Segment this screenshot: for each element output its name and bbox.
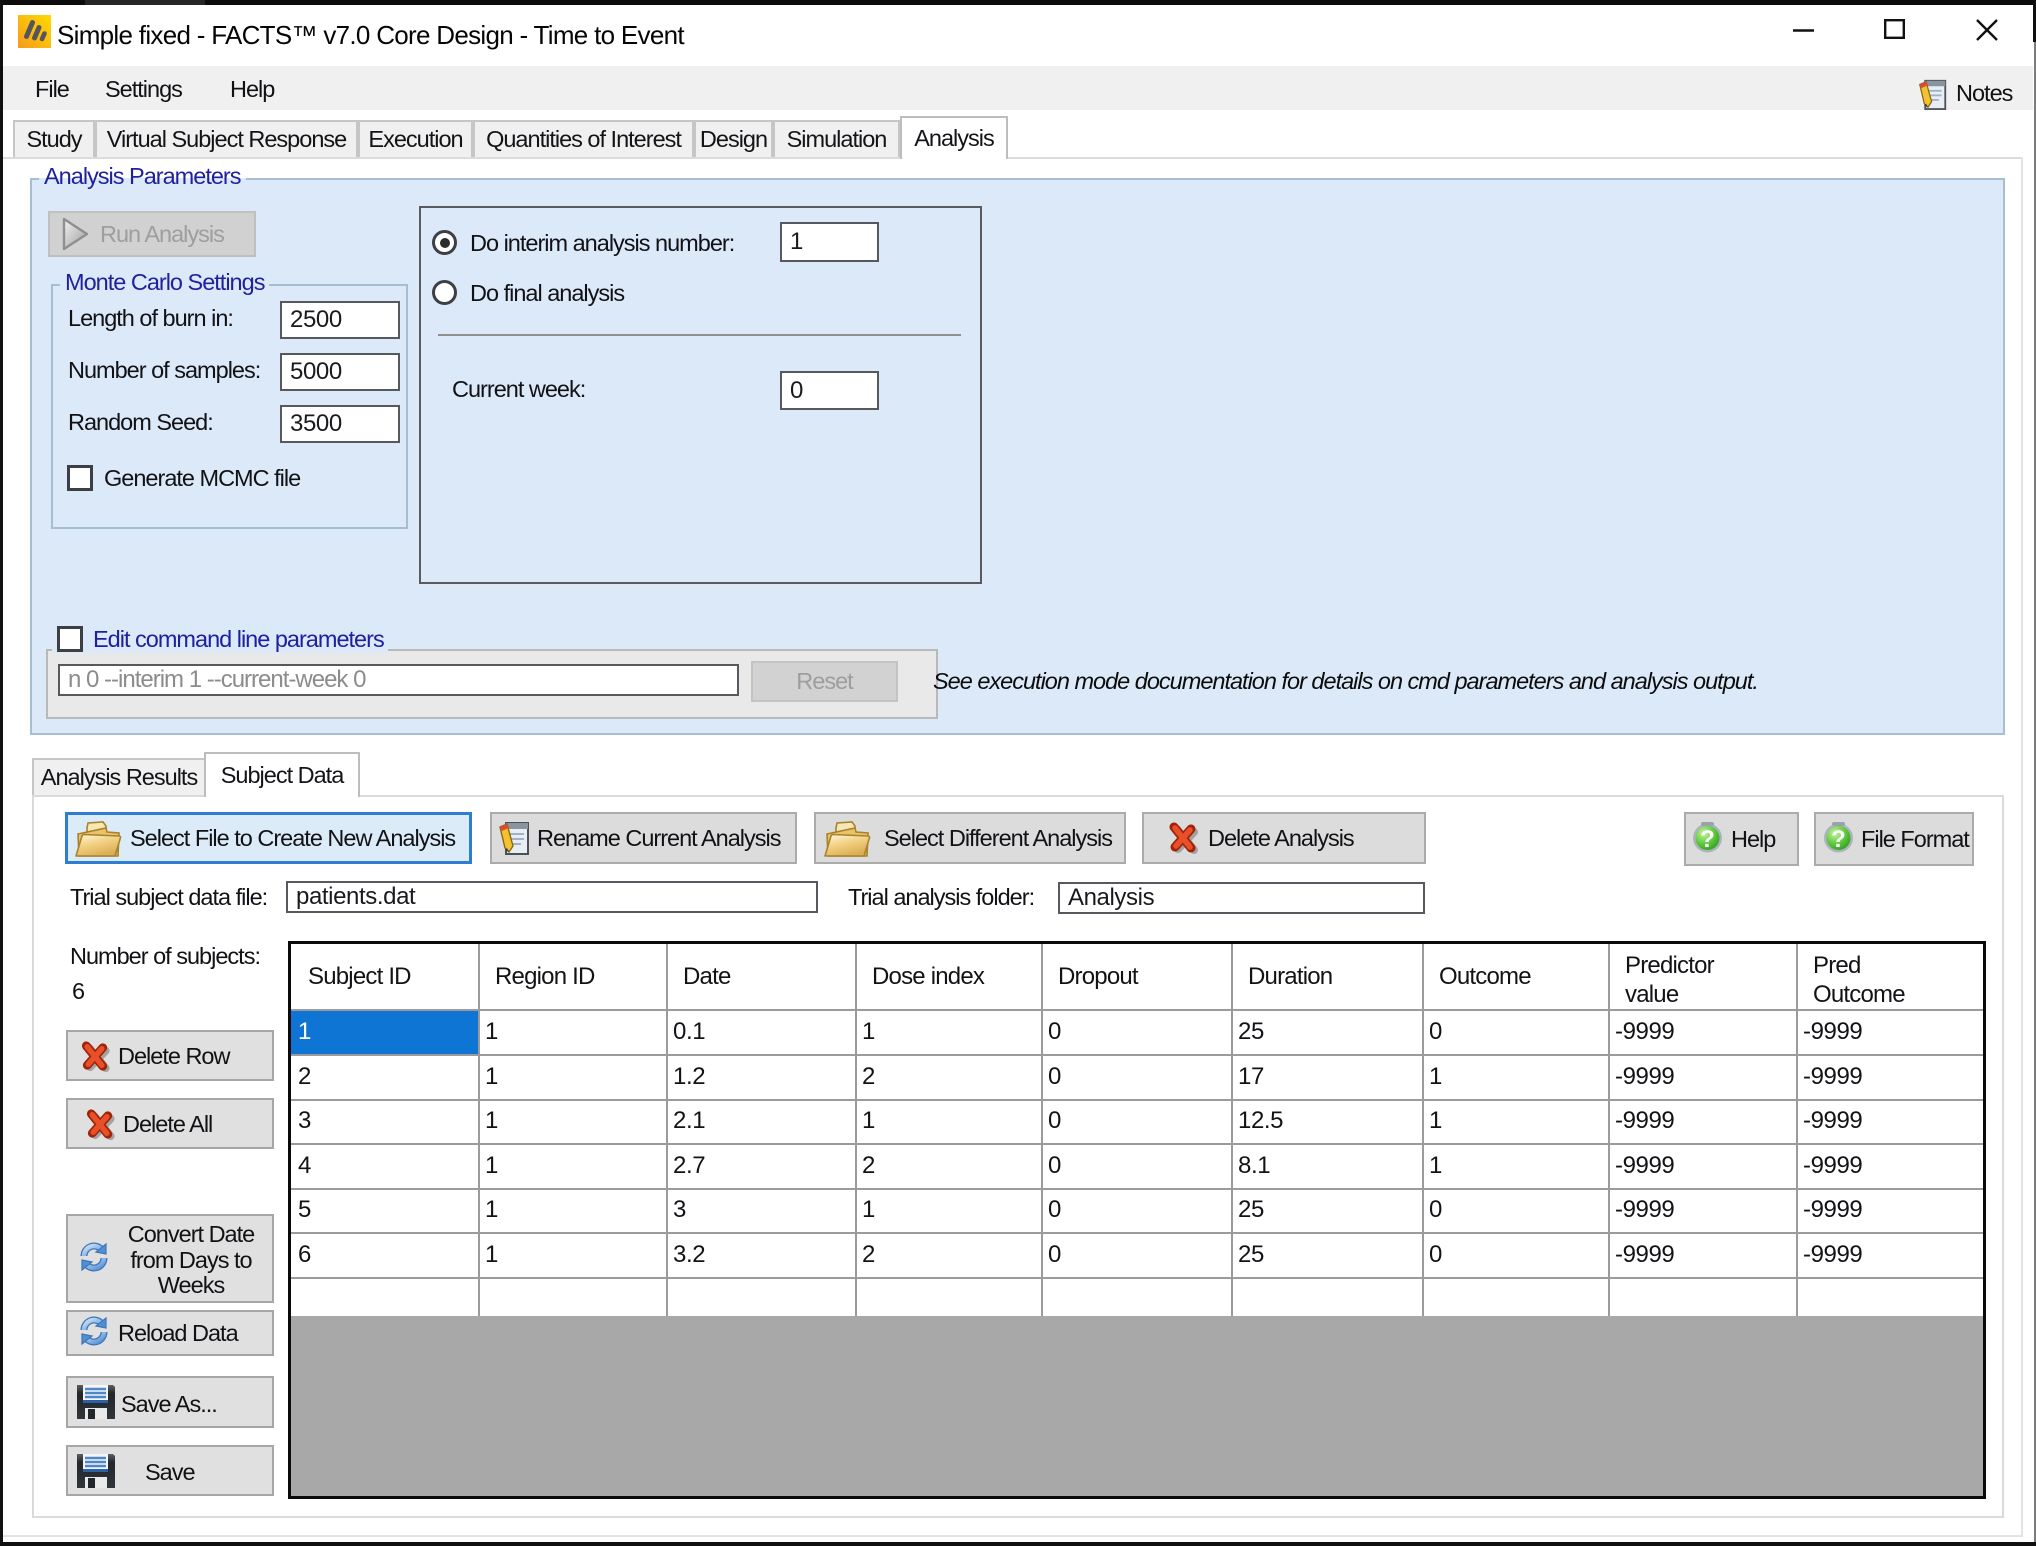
svg-text:?: ? <box>1831 826 1846 853</box>
svg-text:?: ? <box>1700 826 1715 853</box>
